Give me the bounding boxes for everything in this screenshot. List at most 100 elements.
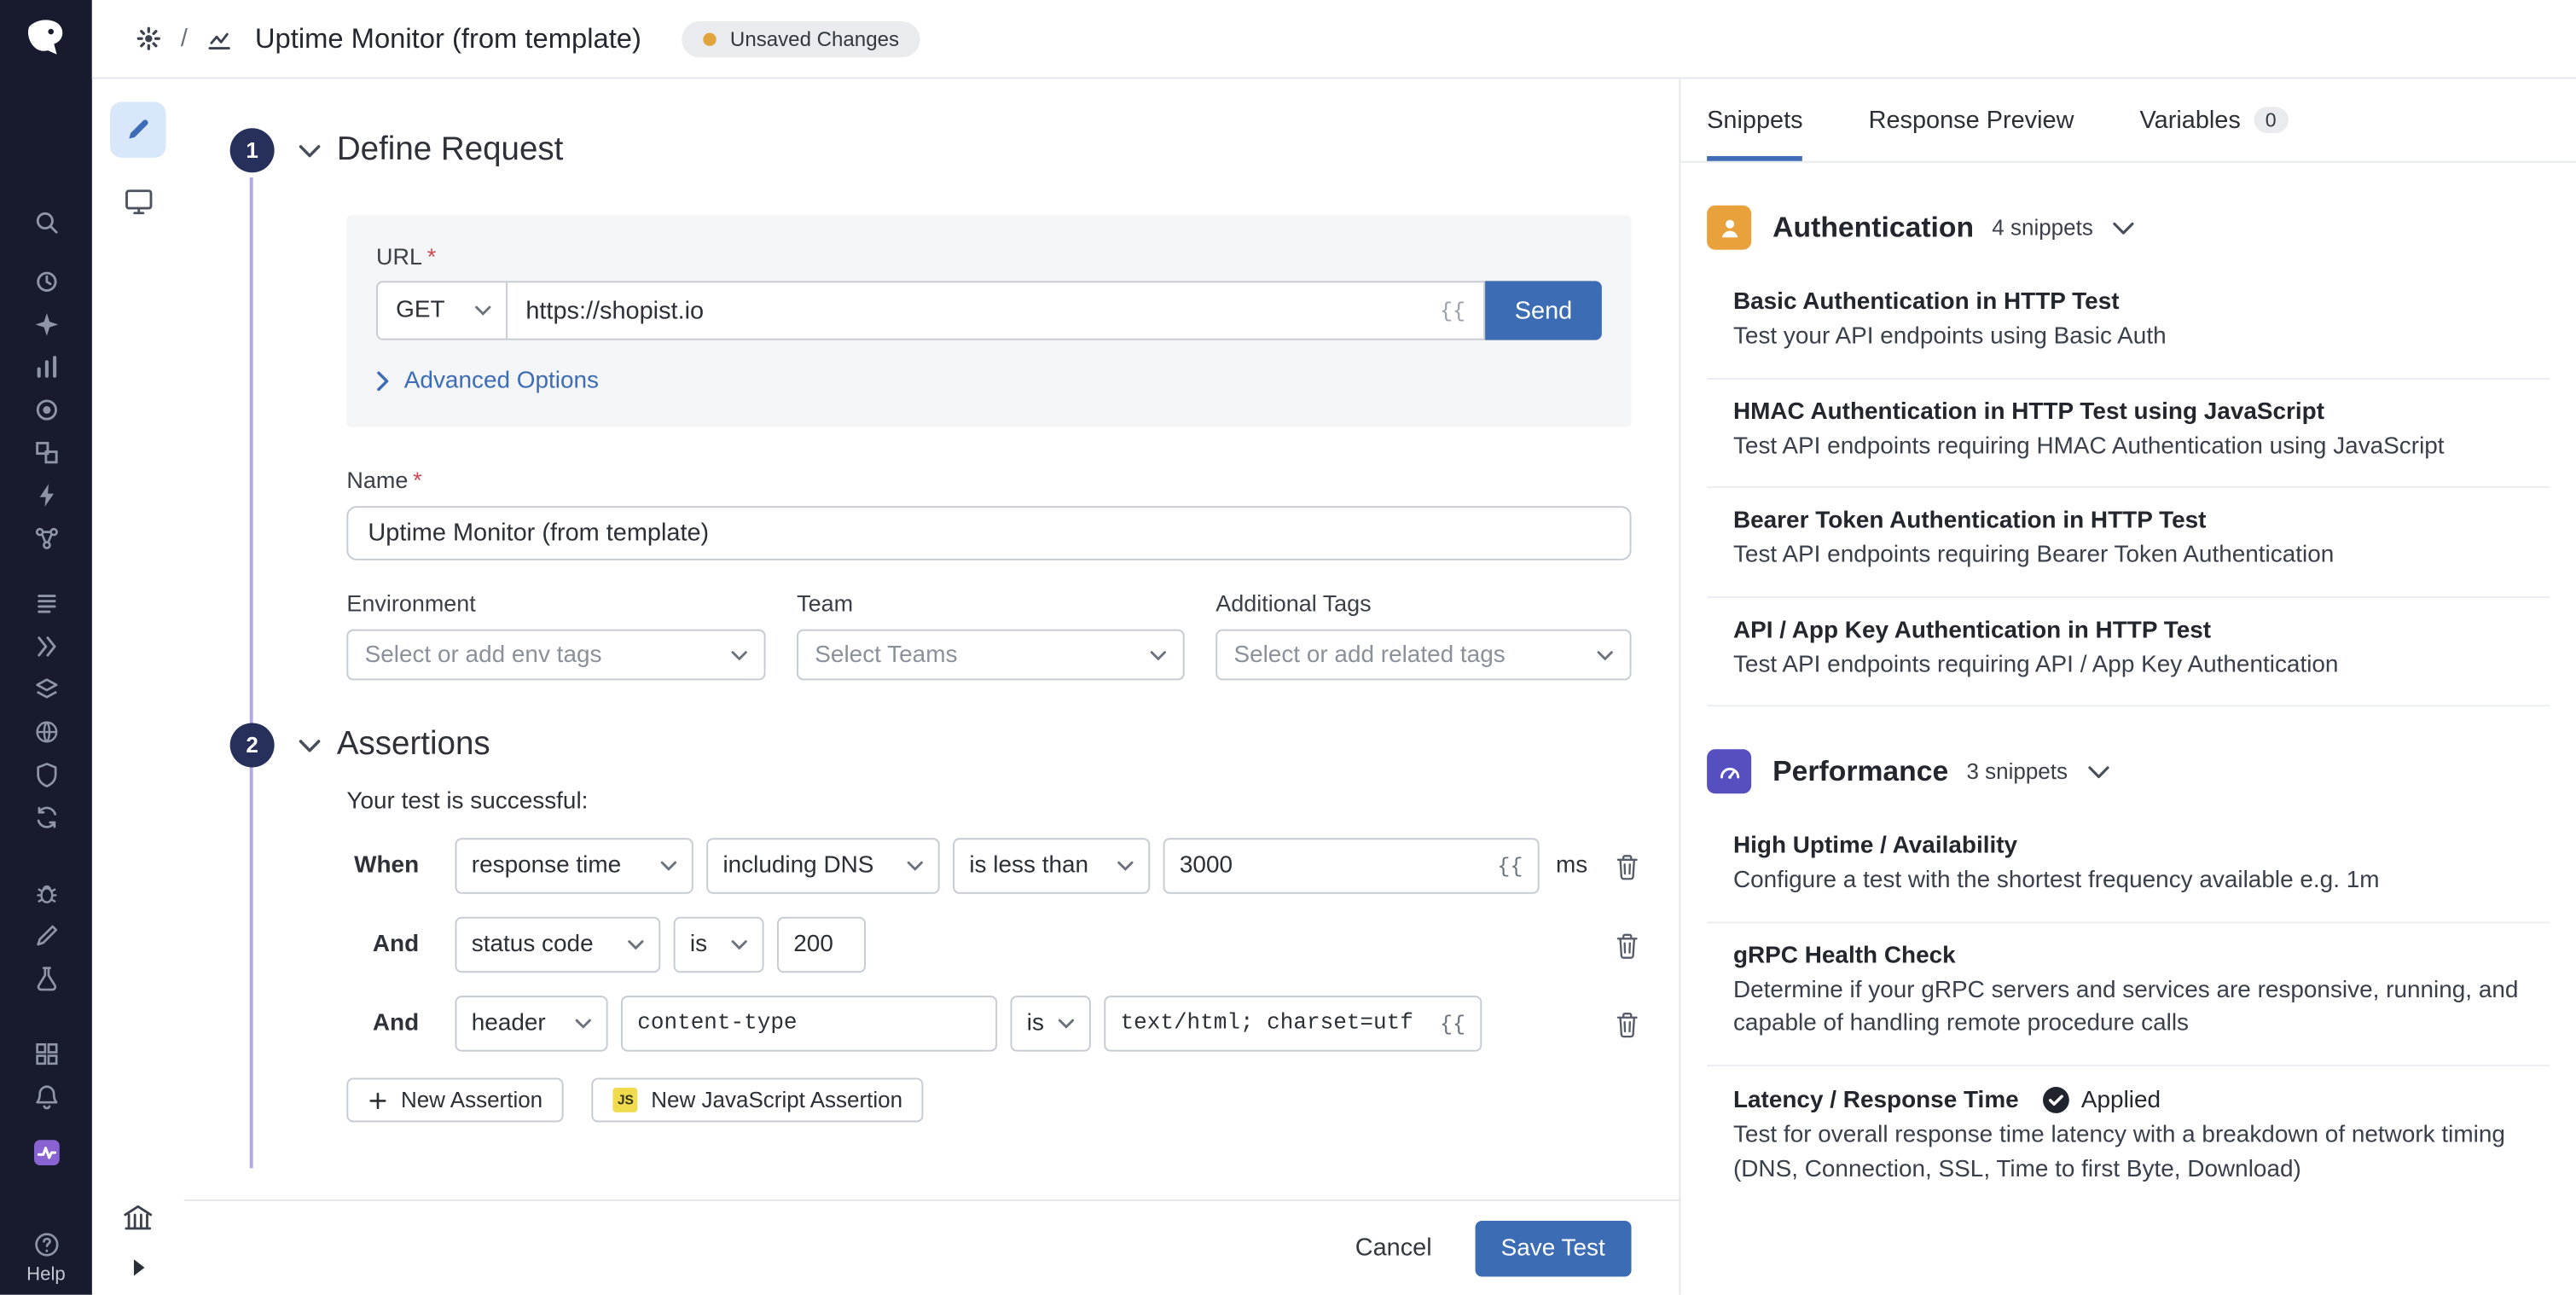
assertion-row: When response time including DNS is less…: [184, 838, 1639, 893]
environment-select[interactable]: Select or add env tags: [346, 630, 765, 681]
service-management-icon[interactable]: [25, 795, 67, 838]
response-monitor-tab[interactable]: [122, 186, 154, 218]
url-label: URL*: [376, 243, 1602, 270]
delete-assertion-icon[interactable]: [1615, 931, 1639, 959]
cancel-button[interactable]: Cancel: [1355, 1234, 1432, 1262]
snippets-scroll[interactable]: Authentication 4 snippets Basic Authenti…: [1680, 163, 2576, 1295]
tab-variables[interactable]: Variables 0: [2140, 78, 2289, 160]
chevron-down-icon[interactable]: [2113, 221, 2134, 234]
name-input[interactable]: Uptime Monitor (from template): [346, 506, 1631, 560]
snippet-item[interactable]: High Uptime / Availability Configure a t…: [1707, 814, 2550, 923]
notifications-bell-icon[interactable]: [25, 1075, 67, 1118]
synthetic-monitoring-active-icon[interactable]: [25, 1130, 67, 1173]
name-field-block: Name* Uptime Monitor (from template): [346, 467, 1631, 560]
additional-tags-select[interactable]: Select or add related tags: [1215, 630, 1631, 681]
tab-response-preview[interactable]: Response Preview: [1869, 78, 2074, 160]
assertion-value-input[interactable]: 200: [777, 917, 866, 973]
snippet-item[interactable]: Latency / Response Time Applied Test for…: [1707, 1066, 2550, 1210]
collapse-section-2-chevron-icon[interactable]: [299, 739, 321, 752]
assertion-buttons: New Assertion JS New JavaScript Assertio…: [346, 1077, 1679, 1122]
integrations-blocks-icon[interactable]: [25, 1032, 67, 1075]
apm-icon[interactable]: [25, 302, 67, 345]
library-icon[interactable]: [122, 1201, 155, 1234]
page-title: Uptime Monitor (from template): [255, 22, 641, 55]
editor-rail: [92, 78, 184, 1294]
assertion-operator-select[interactable]: is less than: [953, 838, 1150, 893]
chevron-down-icon: [1107, 861, 1134, 871]
assertion-type-select[interactable]: response time: [455, 838, 693, 893]
tab-snippets[interactable]: Snippets: [1707, 78, 1802, 160]
chevron-down-icon: [722, 650, 748, 660]
assertion-type-select[interactable]: header: [455, 996, 608, 1051]
gear-flower-icon[interactable]: [135, 25, 163, 53]
http-method-select[interactable]: GET: [376, 281, 508, 340]
authentication-icon: [1707, 206, 1751, 250]
send-button[interactable]: Send: [1485, 281, 1602, 340]
panel-tabs: Snippets Response Preview Variables 0: [1680, 78, 2576, 162]
ci-icon[interactable]: [25, 667, 67, 710]
search-icon[interactable]: [25, 200, 67, 243]
team-field: Team Select Teams: [797, 589, 1185, 680]
pipelines-icon[interactable]: [25, 624, 67, 667]
processes-icon[interactable]: [25, 473, 67, 516]
watchdog-icon[interactable]: [25, 259, 67, 302]
variable-braces-icon[interactable]: {{: [1440, 299, 1465, 323]
tag-fields-row: Environment Select or add env tags Team …: [346, 589, 1633, 680]
team-label: Team: [797, 589, 1185, 616]
edit-pencil-tab[interactable]: [110, 102, 165, 157]
url-input[interactable]: https://shopist.io {{: [508, 281, 1485, 340]
expand-arrow-icon[interactable]: [129, 1257, 147, 1278]
containers-icon[interactable]: [25, 431, 67, 473]
help-icon[interactable]: [32, 1231, 61, 1259]
test-editor: 1 Define Request URL* GET https:/: [184, 78, 1680, 1294]
assertion-type-select[interactable]: status code: [455, 917, 661, 973]
unit-label: ms: [1556, 853, 1587, 880]
error-tracking-bug-icon[interactable]: [25, 871, 67, 914]
topbar: / Uptime Monitor (from template) Unsaved…: [92, 0, 2576, 78]
chevron-right-icon: [376, 371, 389, 391]
group-title: Authentication: [1772, 211, 1974, 245]
assertion-value-input[interactable]: 3000{{: [1163, 838, 1540, 893]
new-javascript-assertion-button[interactable]: JS New JavaScript Assertion: [592, 1077, 924, 1122]
variable-braces-icon[interactable]: {{: [1488, 854, 1523, 879]
team-select[interactable]: Select Teams: [797, 630, 1185, 681]
assertion-row: And status code is 200: [184, 917, 1639, 973]
unsaved-changes-badge: Unsaved Changes: [682, 20, 920, 56]
snippet-item[interactable]: Bearer Token Authentication in HTTP Test…: [1707, 488, 2550, 597]
snippet-item[interactable]: API / App Key Authentication in HTTP Tes…: [1707, 598, 2550, 707]
metrics-icon[interactable]: [25, 345, 67, 387]
synthetics-globe-icon[interactable]: [25, 710, 67, 752]
quality-flask-icon[interactable]: [25, 956, 67, 999]
app: Help / Uptime Monitor (from template) Un…: [0, 0, 2576, 1295]
security-shield-icon[interactable]: [25, 752, 67, 795]
assertion-operator-select[interactable]: is: [674, 917, 764, 973]
delete-assertion-icon[interactable]: [1615, 1010, 1639, 1038]
chevron-down-icon: [1048, 1019, 1075, 1029]
chevron-down-icon[interactable]: [2087, 765, 2109, 778]
name-label: Name*: [346, 467, 1631, 493]
collapse-section-1-chevron-icon[interactable]: [299, 144, 321, 157]
editor-scroll[interactable]: 1 Define Request URL* GET https:/: [184, 78, 1680, 1199]
variable-braces-icon[interactable]: {{: [1430, 1011, 1465, 1036]
datadog-logo-icon[interactable]: [18, 10, 73, 66]
chevron-down-icon: [1140, 650, 1167, 660]
save-test-button[interactable]: Save Test: [1475, 1220, 1632, 1275]
service-map-icon[interactable]: [25, 516, 67, 559]
delete-assertion-icon[interactable]: [1615, 852, 1639, 880]
new-assertion-button[interactable]: New Assertion: [346, 1077, 564, 1122]
header-name-input[interactable]: content-type: [621, 996, 997, 1051]
snippet-item[interactable]: Basic Authentication in HTTP Test Test y…: [1707, 270, 2550, 379]
group-count: 4 snippets: [1992, 215, 2093, 240]
step-1-badge: 1: [230, 128, 275, 172]
snippet-item[interactable]: gRPC Health Check Determine if your gRPC…: [1707, 923, 2550, 1066]
advanced-options-toggle[interactable]: Advanced Options: [376, 368, 1602, 394]
infrastructure-icon[interactable]: [25, 388, 67, 431]
notebooks-pencil-icon[interactable]: [25, 914, 67, 956]
assertion-operator-select[interactable]: is: [1011, 996, 1091, 1051]
chevron-down-icon: [465, 305, 491, 316]
assertion-value-input[interactable]: text/html; charset=utf{{: [1104, 996, 1482, 1051]
nav-bottom: Help: [26, 1231, 66, 1295]
logs-icon[interactable]: [25, 582, 67, 624]
snippet-item[interactable]: HMAC Authentication in HTTP Test using J…: [1707, 379, 2550, 488]
assertion-subtype-select[interactable]: including DNS: [706, 838, 939, 893]
